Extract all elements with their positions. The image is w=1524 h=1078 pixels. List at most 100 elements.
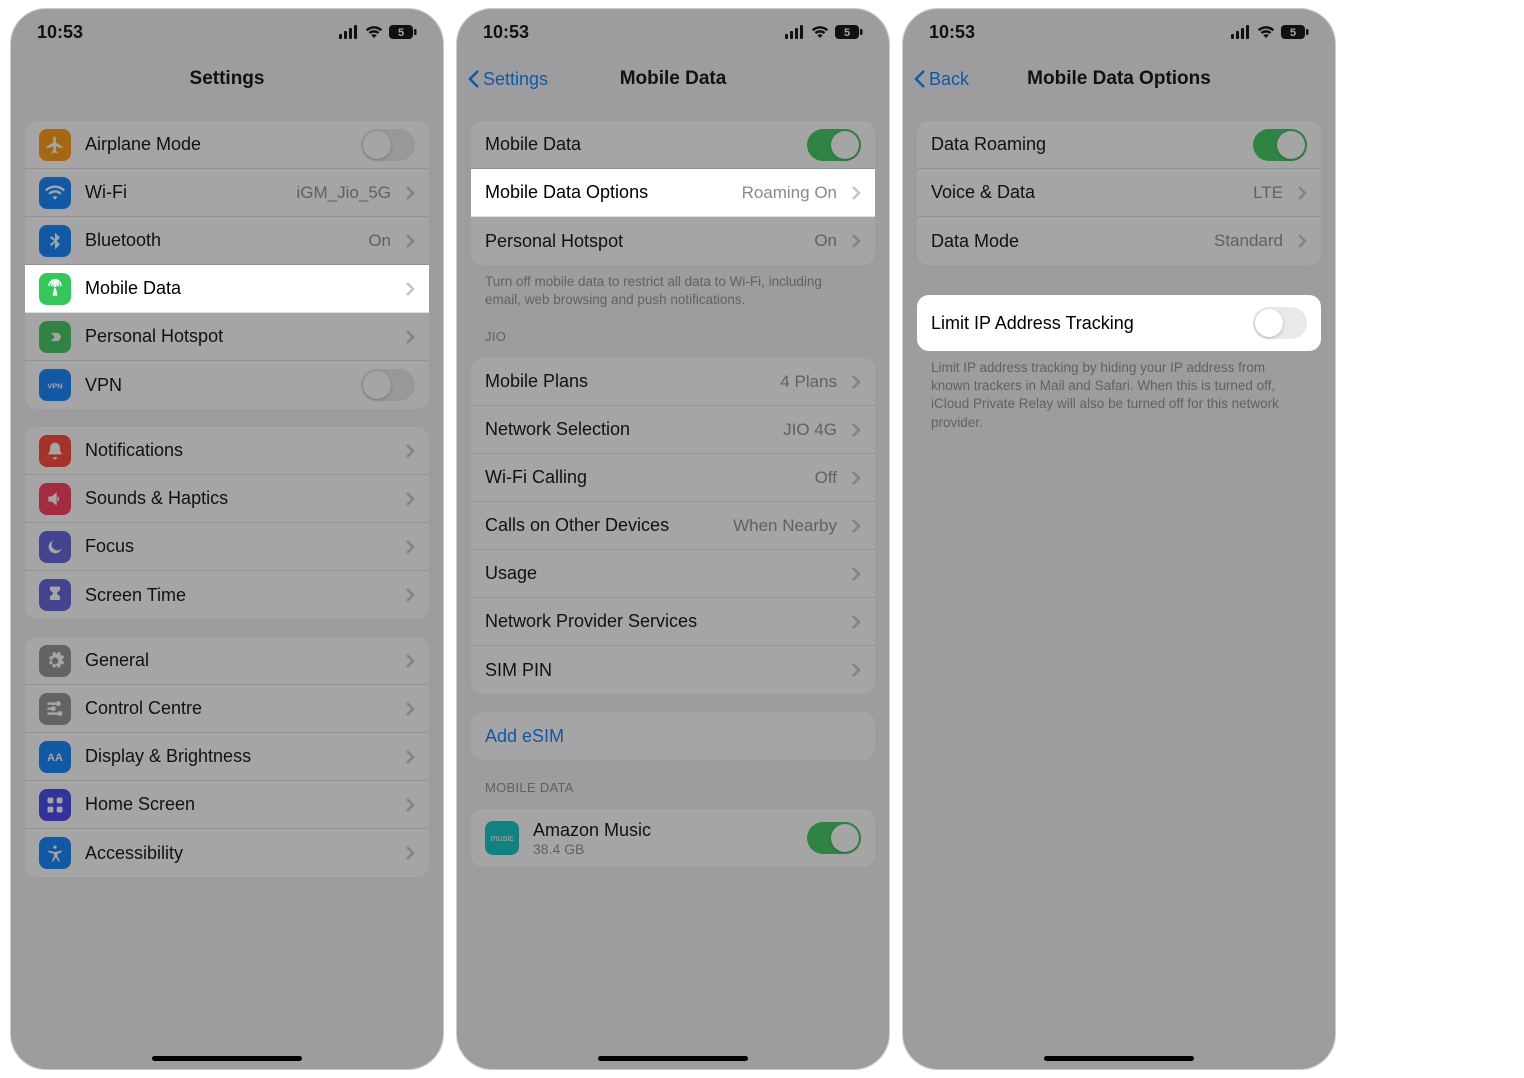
chevron-right-icon	[405, 539, 415, 555]
grid-icon	[39, 789, 71, 821]
row-wifi[interactable]: Wi-Fi iGM_Jio_5G	[25, 169, 429, 217]
row-label: Network Selection	[485, 419, 769, 440]
wifi-icon	[365, 25, 383, 39]
row-mobile-data-toggle[interactable]: Mobile Data	[471, 121, 875, 169]
back-label: Settings	[483, 69, 548, 90]
limit-ip-toggle[interactable]	[1253, 307, 1307, 339]
row-label: Mobile Data Options	[485, 182, 728, 203]
clock: 10:53	[37, 22, 83, 43]
row-bluetooth[interactable]: Bluetooth On	[25, 217, 429, 265]
clock: 10:53	[929, 22, 975, 43]
chevron-right-icon	[405, 653, 415, 669]
status-bar: 10:53 5	[457, 9, 889, 55]
data-roaming-toggle[interactable]	[1253, 129, 1307, 161]
row-sounds[interactable]: Sounds & Haptics	[25, 475, 429, 523]
row-accessibility[interactable]: Accessibility	[25, 829, 429, 877]
row-calls-other-devices[interactable]: Calls on Other Devices When Nearby	[471, 502, 875, 550]
row-label: Calls on Other Devices	[485, 515, 719, 536]
speaker-icon	[39, 483, 71, 515]
footer-text: Turn off mobile data to restrict all dat…	[457, 265, 889, 309]
row-data-mode[interactable]: Data Mode Standard	[917, 217, 1321, 265]
row-display-brightness[interactable]: AA Display & Brightness	[25, 733, 429, 781]
chevron-right-icon	[405, 587, 415, 603]
row-value: LTE	[1253, 183, 1283, 203]
row-mobile-data-options[interactable]: Mobile Data Options Roaming On	[471, 169, 875, 217]
vpn-toggle[interactable]	[361, 369, 415, 401]
navbar: Back Mobile Data Options	[903, 55, 1335, 103]
row-data-roaming[interactable]: Data Roaming	[917, 121, 1321, 169]
row-label: Network Provider Services	[485, 611, 837, 632]
row-label: Bluetooth	[85, 230, 354, 251]
chevron-right-icon	[1297, 185, 1307, 201]
status-bar: 10:53 5	[11, 9, 443, 55]
chevron-right-icon	[405, 329, 415, 345]
battery-icon: 5	[389, 25, 417, 39]
home-indicator[interactable]	[1044, 1056, 1194, 1061]
row-value: Roaming On	[742, 183, 837, 203]
app-mobile-data-toggle[interactable]	[807, 822, 861, 854]
row-vpn[interactable]: VPN VPN	[25, 361, 429, 409]
status-bar: 10:53 5	[903, 9, 1335, 55]
row-personal-hotspot[interactable]: Personal Hotspot On	[471, 217, 875, 265]
row-label: Airplane Mode	[85, 134, 347, 155]
chevron-left-icon	[913, 69, 927, 89]
row-network-selection[interactable]: Network Selection JIO 4G	[471, 406, 875, 454]
row-notifications[interactable]: Notifications	[25, 427, 429, 475]
row-mobile-data[interactable]: Mobile Data	[25, 265, 429, 313]
row-label: Personal Hotspot	[85, 326, 391, 347]
back-button[interactable]: Settings	[467, 69, 548, 90]
svg-text:VPN: VPN	[47, 381, 62, 390]
row-network-provider-services[interactable]: Network Provider Services	[471, 598, 875, 646]
home-indicator[interactable]	[598, 1056, 748, 1061]
back-label: Back	[929, 69, 969, 90]
row-mobile-plans[interactable]: Mobile Plans 4 Plans	[471, 358, 875, 406]
row-wifi-calling[interactable]: Wi-Fi Calling Off	[471, 454, 875, 502]
bell-icon	[39, 435, 71, 467]
chevron-right-icon	[851, 518, 861, 534]
row-label: Focus	[85, 536, 391, 557]
row-limit-ip-tracking[interactable]: Limit IP Address Tracking	[917, 295, 1321, 351]
row-voice-data[interactable]: Voice & Data LTE	[917, 169, 1321, 217]
row-label: Mobile Data	[85, 278, 391, 299]
app-name: Amazon Music	[533, 820, 793, 841]
chevron-right-icon	[405, 443, 415, 459]
moon-icon	[39, 531, 71, 563]
home-indicator[interactable]	[152, 1056, 302, 1061]
row-home-screen[interactable]: Home Screen	[25, 781, 429, 829]
row-label: Mobile Data	[485, 134, 793, 155]
row-value: JIO 4G	[783, 420, 837, 440]
page-title: Mobile Data	[620, 68, 727, 90]
row-app-amazon-music[interactable]: music Amazon Music 38.4 GB	[471, 809, 875, 867]
svg-text:AA: AA	[47, 752, 63, 764]
wifi-icon	[1257, 25, 1275, 39]
row-personal-hotspot[interactable]: Personal Hotspot	[25, 313, 429, 361]
row-label: Data Roaming	[931, 134, 1239, 155]
row-screentime[interactable]: Screen Time	[25, 571, 429, 619]
row-usage[interactable]: Usage	[471, 550, 875, 598]
svg-text:5: 5	[1290, 27, 1296, 39]
row-sim-pin[interactable]: SIM PIN	[471, 646, 875, 694]
row-label: Wi-Fi	[85, 182, 283, 203]
chevron-right-icon	[405, 233, 415, 249]
chevron-right-icon	[851, 614, 861, 630]
back-button[interactable]: Back	[913, 69, 969, 90]
airplane-toggle[interactable]	[361, 129, 415, 161]
screen-settings: 10:53 5 Settings Airplane Mode Wi-Fi iGM…	[10, 8, 444, 1070]
row-general[interactable]: General	[25, 637, 429, 685]
row-label: Notifications	[85, 440, 391, 461]
mobile-data-toggle[interactable]	[807, 129, 861, 161]
row-label: Add eSIM	[485, 726, 861, 747]
row-label: Screen Time	[85, 585, 391, 606]
hourglass-icon	[39, 579, 71, 611]
row-airplane-mode[interactable]: Airplane Mode	[25, 121, 429, 169]
row-add-esim[interactable]: Add eSIM	[471, 712, 875, 760]
svg-text:5: 5	[398, 27, 404, 39]
row-label: Usage	[485, 563, 837, 584]
text-size-icon: AA	[39, 741, 71, 773]
row-label: Home Screen	[85, 794, 391, 815]
row-focus[interactable]: Focus	[25, 523, 429, 571]
row-control-centre[interactable]: Control Centre	[25, 685, 429, 733]
row-value: iGM_Jio_5G	[297, 183, 391, 203]
chevron-right-icon	[851, 566, 861, 582]
row-value: On	[368, 231, 391, 251]
